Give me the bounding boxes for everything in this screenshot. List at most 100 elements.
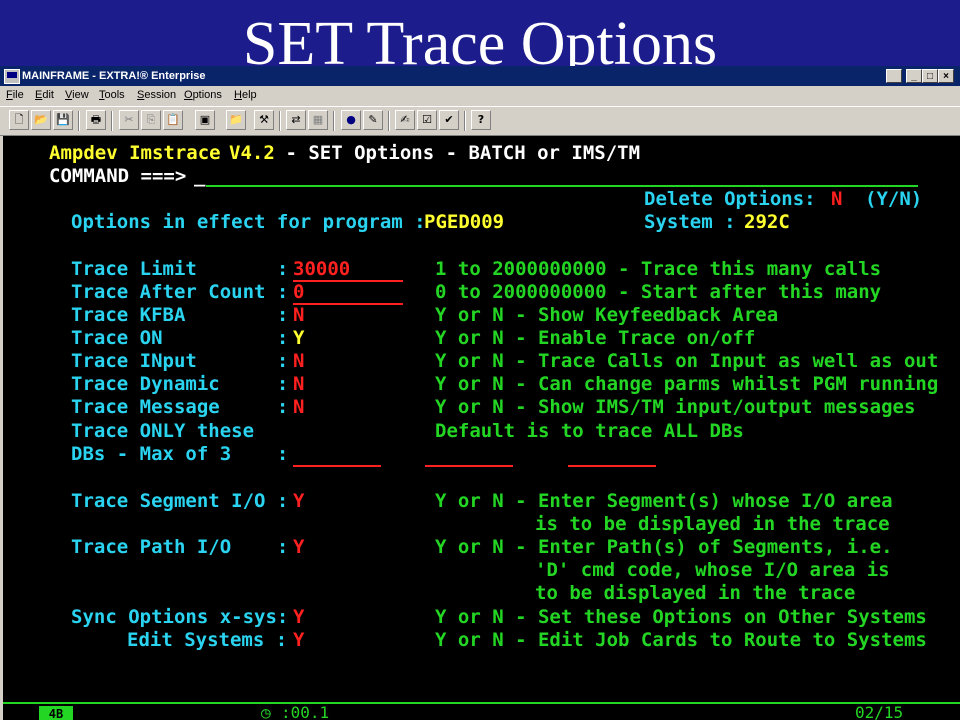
trace-message-value[interactable]: N: [293, 396, 304, 418]
check-icon[interactable]: ✔: [439, 110, 459, 130]
delete-options-label: Delete Options:: [644, 188, 816, 210]
trace-path-label: Trace Path I/O :: [71, 536, 300, 558]
terminal-icon[interactable]: ▣: [195, 110, 215, 130]
session-indicator: 4B: [39, 706, 73, 720]
trace-message-label: Trace Message :: [71, 396, 300, 418]
trace-path-desc: Y or N - Enter Path(s) of Segments, i.e.: [435, 536, 893, 558]
response-timer: :00.1: [281, 703, 330, 720]
macro-icon[interactable]: ▦: [308, 110, 328, 130]
menu-edit[interactable]: Edit: [35, 86, 54, 104]
program-name: PGED009: [424, 211, 505, 233]
trace-dynamic-label: Trace Dynamic :: [71, 373, 300, 395]
paste-icon[interactable]: 📋: [163, 110, 183, 130]
trace-on-desc: Y or N - Enable Trace on/off: [435, 327, 756, 349]
trace-kfba-label: Trace KFBA :: [71, 304, 300, 326]
dbs-label: DBs - Max of 3 :: [71, 443, 300, 465]
toolbar-separator: [464, 111, 466, 131]
trace-after-count-desc: 0 to 2000000000 - Start after this many: [435, 281, 882, 303]
system-label: System :: [644, 211, 747, 233]
trace-input-value[interactable]: N: [293, 350, 304, 372]
header-version: V4.2: [229, 142, 275, 164]
menu-bar: File Edit View Tools Session Options Hel…: [0, 86, 960, 104]
terminal-screen[interactable]: Ampdev Imstrace V4.2 - SET Options - BAT…: [3, 136, 960, 720]
menu-view[interactable]: View: [65, 86, 89, 104]
command-label: COMMAND ===>: [49, 165, 198, 187]
command-underline: [206, 185, 918, 187]
trace-kfba-value[interactable]: N: [293, 304, 304, 326]
trace-after-count-value[interactable]: 0: [293, 281, 304, 303]
play-icon[interactable]: ✎: [363, 110, 383, 130]
clock-icon: ◷: [261, 703, 271, 720]
trace-segment-desc-cont: is to be displayed in the trace: [535, 513, 890, 535]
menu-help[interactable]: Help: [234, 86, 257, 104]
trace-limit-label: Trace Limit :: [71, 258, 300, 280]
sync-options-label: Sync Options x-sys:: [71, 606, 300, 628]
db-field-1[interactable]: [293, 443, 381, 467]
new-icon[interactable]: 🗋: [9, 110, 29, 130]
app-icon[interactable]: [4, 69, 20, 84]
terminal-status-line: 4B ◷ :00.1 02/15: [3, 702, 960, 720]
toolbar-separator: [279, 111, 281, 131]
system-menu-icon[interactable]: [886, 69, 902, 83]
options-label: Options in effect for program :: [71, 211, 438, 233]
trace-only-desc: Default is to trace ALL DBs: [435, 420, 744, 442]
trace-on-value[interactable]: Y: [293, 327, 304, 349]
trace-segment-label: Trace Segment I/O :: [71, 490, 300, 512]
minimize-button[interactable]: _: [906, 69, 922, 83]
edit-systems-value[interactable]: Y: [293, 629, 304, 651]
restore-button[interactable]: □: [922, 69, 938, 83]
edit-systems-desc: Y or N - Edit Job Cards to Route to Syst…: [435, 629, 927, 651]
trace-limit-value[interactable]: 30000: [293, 258, 350, 280]
toolbar-separator: [333, 111, 335, 131]
trace-after-count-field[interactable]: 0: [293, 281, 403, 305]
delete-options-value[interactable]: N: [831, 188, 842, 210]
cut-icon[interactable]: ✂: [119, 110, 139, 130]
trace-input-label: Trace INput :: [71, 350, 300, 372]
trace-path-desc-cont: 'D' cmd code, whose I/O area is: [535, 559, 890, 581]
command-input[interactable]: _: [194, 165, 205, 187]
trace-after-count-label: Trace After Count :: [71, 281, 300, 303]
open-icon[interactable]: 📂: [31, 110, 51, 130]
transfer-icon[interactable]: ⇄: [286, 110, 306, 130]
toolbar-separator: [78, 111, 80, 131]
trace-limit-desc: 1 to 2000000000 - Trace this many calls: [435, 258, 882, 280]
window-title: MAINFRAME - EXTRA!® Enterprise: [22, 70, 206, 82]
sync-options-desc: Y or N - Set these Options on Other Syst…: [435, 606, 927, 628]
close-button[interactable]: ×: [938, 69, 954, 83]
trace-limit-field[interactable]: 30000: [293, 258, 403, 282]
menu-session[interactable]: Session: [137, 86, 176, 104]
menu-file[interactable]: File: [6, 86, 24, 104]
print-icon[interactable]: 🖶: [86, 110, 106, 130]
title-bar: MAINFRAME - EXTRA!® Enterprise _ □ ×: [0, 66, 960, 86]
delete-options-hint: (Y/N): [865, 188, 923, 210]
edit-systems-label: Edit Systems :: [127, 629, 299, 651]
header-title: - SET Options - BATCH or IMS/TM: [274, 142, 641, 164]
menu-options[interactable]: Options: [184, 86, 222, 104]
menu-tools[interactable]: Tools: [99, 86, 125, 104]
toolbar-separator: [388, 111, 390, 131]
emulator-window: MAINFRAME - EXTRA!® Enterprise _ □ × Fil…: [0, 66, 960, 720]
cursor-position: 02/15: [855, 703, 904, 720]
db-field-2[interactable]: [425, 443, 513, 467]
copy-icon[interactable]: ⎘: [141, 110, 161, 130]
trace-path-desc-cont2: to be displayed in the trace: [535, 582, 856, 604]
trace-dynamic-value[interactable]: N: [293, 373, 304, 395]
system-value: 292C: [744, 211, 790, 233]
help-icon[interactable]: ?: [471, 110, 491, 130]
folder-icon[interactable]: 📁: [226, 110, 246, 130]
header-app: Ampdev Imstrace: [49, 142, 233, 164]
trace-segment-desc: Y or N - Enter Segment(s) whose I/O area: [435, 490, 893, 512]
trace-path-value[interactable]: Y: [293, 536, 304, 558]
slide-title: SET Trace Options: [242, 10, 718, 66]
trace-input-desc: Y or N - Trace Calls on Input as well as…: [435, 350, 939, 372]
tools-icon[interactable]: ⚒: [254, 110, 274, 130]
db-field-3[interactable]: [568, 443, 656, 467]
trace-segment-value[interactable]: Y: [293, 490, 304, 512]
trace-on-label: Trace ON :: [71, 327, 300, 349]
form-icon[interactable]: ☑: [417, 110, 437, 130]
save-icon[interactable]: 💾: [53, 110, 73, 130]
record-icon[interactable]: ●: [341, 110, 361, 130]
edit-icon[interactable]: ✍: [395, 110, 415, 130]
trace-kfba-desc: Y or N - Show Keyfeedback Area: [435, 304, 779, 326]
sync-options-value[interactable]: Y: [293, 606, 304, 628]
